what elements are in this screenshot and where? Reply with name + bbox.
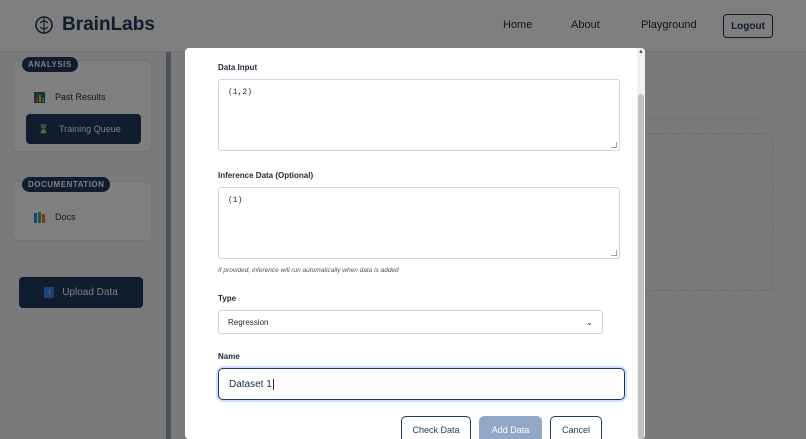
inference-data-label: Inference Data (Optional) — [218, 171, 314, 180]
cancel-button[interactable]: Cancel — [550, 416, 602, 439]
text-caret — [272, 378, 274, 390]
name-input[interactable]: Dataset 1 — [218, 368, 625, 400]
add-data-button[interactable]: Add Data — [479, 416, 542, 439]
data-input-field[interactable]: (1,2) — [218, 79, 620, 151]
name-input-value: Dataset 1 — [229, 378, 272, 390]
scroll-up-icon[interactable]: ▲ — [637, 48, 645, 56]
type-selected-value: Regression — [228, 317, 269, 327]
add-data-modal: ▲ Data Input (1,2) Inference Data (Optio… — [185, 48, 645, 439]
resize-handle-icon[interactable] — [611, 142, 617, 148]
check-data-button[interactable]: Check Data — [401, 416, 471, 439]
resize-handle-icon[interactable] — [611, 250, 617, 256]
modal-scrollbar[interactable]: ▲ — [637, 48, 645, 439]
inference-data-field[interactable]: (1) — [218, 187, 620, 259]
inference-data-value: (1) — [228, 196, 243, 205]
type-select[interactable]: Regression ⌄ — [218, 310, 603, 334]
name-label: Name — [218, 352, 240, 361]
inference-hint: If provided, inference will run automati… — [218, 267, 399, 274]
type-label: Type — [218, 294, 237, 303]
scroll-thumb[interactable] — [638, 94, 644, 439]
data-input-label: Data Input — [218, 63, 258, 72]
data-input-value: (1,2) — [228, 88, 253, 97]
chevron-down-icon: ⌄ — [586, 317, 593, 327]
